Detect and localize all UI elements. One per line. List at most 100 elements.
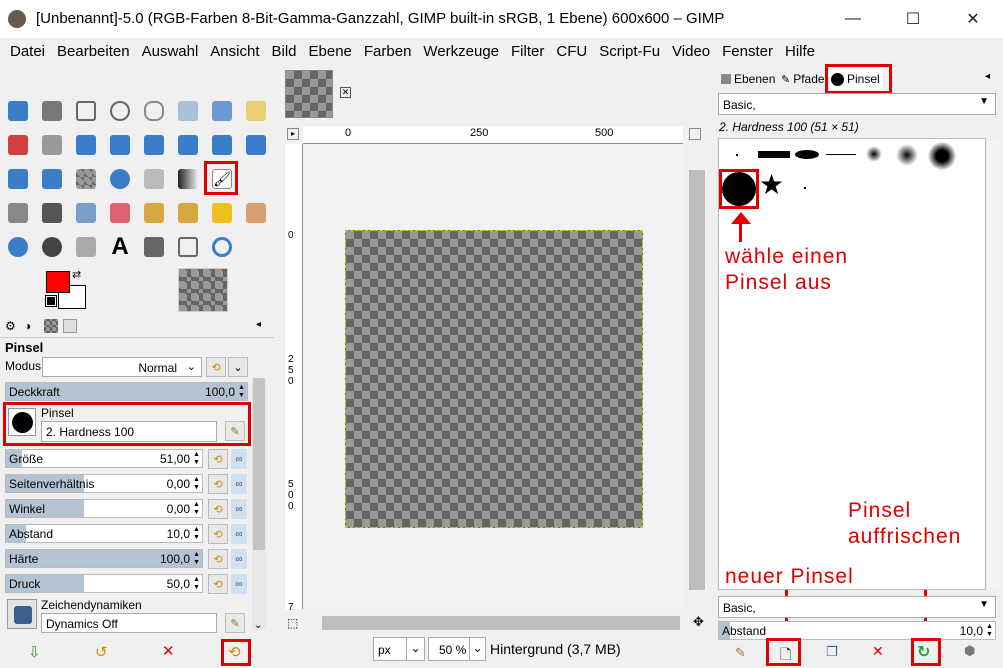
close-image-tab-icon[interactable]: ✕ (340, 87, 351, 98)
dynamics-field[interactable]: Dynamics Off (41, 613, 217, 633)
color-select-icon[interactable] (4, 131, 32, 159)
menu-fenster[interactable]: Fenster (716, 43, 779, 60)
tab-paths[interactable]: ✎ Pfade (778, 68, 828, 90)
save-options-icon[interactable]: ⇩ (28, 643, 41, 661)
brush-dot[interactable] (804, 187, 806, 189)
mode-switch-button[interactable]: ⌄ (228, 357, 248, 377)
color-picker-icon[interactable] (140, 233, 168, 261)
pressure-spinner-icon[interactable]: ▲ ▼ (192, 576, 201, 592)
angle-slider[interactable]: Winkel 0,00 ▲ ▼ (5, 499, 203, 518)
zoom-to-fit-icon[interactable] (689, 128, 701, 140)
warp-transform-icon[interactable] (38, 165, 66, 193)
navigate-icon[interactable]: ✥ (693, 614, 704, 630)
tab-layers[interactable]: Ebenen (718, 68, 778, 90)
open-as-image-icon[interactable]: ⬢ (964, 643, 975, 659)
maximize-button[interactable]: ☐ (890, 0, 936, 38)
move-tool-icon[interactable] (4, 97, 32, 125)
menu-farben[interactable]: Farben (358, 43, 418, 60)
text-tool-icon[interactable]: A (106, 233, 134, 261)
brush-tag-filter[interactable]: Basic, ▼ (718, 93, 996, 115)
brush-grid-scrollbar[interactable] (987, 140, 999, 590)
smudge-icon[interactable] (242, 199, 270, 227)
hardness-reset-button[interactable]: ⟲ (208, 549, 228, 569)
size-link-icon[interactable]: ∞ (231, 449, 247, 469)
bucket-fill-icon[interactable] (140, 165, 168, 193)
dock-menu-icon[interactable]: ◂ (985, 71, 990, 82)
menu-filter[interactable]: Filter (505, 43, 550, 60)
unit-select[interactable]: px ⌄ (373, 637, 425, 661)
canvas-menu-icon[interactable]: ▸ (287, 128, 299, 140)
scale-icon[interactable] (140, 131, 168, 159)
menu-video[interactable]: Video (666, 43, 716, 60)
align-tool-icon[interactable] (38, 97, 66, 125)
mode-reset-button[interactable]: ⟲ (206, 357, 226, 377)
spacing-slider[interactable]: Abstand 10,0 ▲ ▼ (5, 524, 203, 543)
aspect-ratio-spinner-icon[interactable]: ▲ ▼ (192, 476, 201, 492)
brush-ellipse[interactable] (795, 150, 819, 159)
menu-hilfe[interactable]: Hilfe (779, 43, 821, 60)
tool-options-scroll-thumb[interactable] (253, 378, 265, 550)
lasso-icon[interactable] (140, 97, 168, 125)
size-reset-button[interactable]: ⟲ (208, 449, 228, 469)
transparent-image-layer[interactable] (345, 230, 643, 528)
brush-pixel[interactable] (736, 154, 738, 156)
restore-options-icon[interactable]: ↺ (95, 643, 108, 661)
spacing-reset-button[interactable]: ⟲ (208, 524, 228, 544)
scissors-icon[interactable] (174, 97, 202, 125)
opacity-slider[interactable]: Deckkraft 100,0 ▲ ▼ (5, 382, 248, 401)
tool-options-tab-icon[interactable]: ⚙ (5, 319, 16, 333)
menu-ebene[interactable]: Ebene (303, 43, 358, 60)
mode-select[interactable]: Normal ⌄ (42, 357, 202, 377)
aspect-link-icon[interactable]: ∞ (231, 474, 247, 494)
blur-icon[interactable] (4, 233, 32, 261)
image-tab-thumbnail[interactable] (285, 70, 333, 118)
hardness-slider[interactable]: Härte 100,0 ▲ ▼ (5, 549, 203, 568)
brush-spacing-slider[interactable]: Abstand 10,0 ▲ ▼ (718, 621, 996, 640)
brush-line[interactable] (826, 154, 856, 155)
hardness-spinner-icon[interactable]: ▲ ▼ (192, 551, 201, 567)
scroll-down-icon[interactable]: ⌄ (254, 620, 262, 631)
size-slider[interactable]: Größe 51,00 ▲ ▼ (5, 449, 203, 468)
horizontal-scroll-thumb[interactable] (322, 616, 680, 630)
shear-icon[interactable] (174, 131, 202, 159)
dodge-burn-icon[interactable] (38, 233, 66, 261)
undo-history-tab-icon[interactable] (63, 319, 77, 333)
pressure-slider[interactable]: Druck 50,0 ▲ ▼ (5, 574, 203, 593)
brush-block[interactable] (758, 151, 790, 158)
menu-ansicht[interactable]: Ansicht (204, 43, 265, 60)
path-tool-icon[interactable] (72, 233, 100, 261)
aspect-ratio-slider[interactable]: Seitenverhältnis 0,00 ▲ ▼ (5, 474, 203, 493)
ellipse-select-icon[interactable] (106, 97, 134, 125)
gradient-icon[interactable] (174, 165, 202, 193)
zoom-icon[interactable] (208, 233, 236, 261)
foreground-color-swatch[interactable] (46, 271, 70, 293)
images-tab-icon[interactable] (44, 319, 58, 333)
menu-script-fu[interactable]: Script-Fu (593, 43, 666, 60)
cage-transform-icon[interactable] (4, 165, 32, 193)
dynamics-preview-icon[interactable] (7, 599, 37, 629)
tool-options-scrollbar[interactable] (252, 378, 266, 630)
menu-bild[interactable]: Bild (266, 43, 303, 60)
pressure-reset-button[interactable]: ⟲ (208, 574, 228, 594)
rect-select-icon[interactable] (72, 97, 100, 125)
perspective-clone-icon[interactable] (174, 199, 202, 227)
star-brush-icon[interactable]: ★ (759, 170, 784, 200)
vertical-scroll-thumb[interactable] (689, 170, 705, 590)
angle-link-icon[interactable]: ∞ (231, 499, 247, 519)
angle-spinner-icon[interactable]: ▲ ▼ (192, 501, 201, 517)
opacity-spinner-icon[interactable]: ▲ ▼ (237, 384, 246, 400)
delete-brush-icon[interactable]: ✕ (872, 643, 884, 660)
edit-brush-icon[interactable]: ✎ (735, 645, 746, 661)
paths-icon[interactable] (38, 131, 66, 159)
ink-icon[interactable] (38, 199, 66, 227)
menu-werkzeuge[interactable]: Werkzeuge (417, 43, 505, 60)
minimize-button[interactable]: — (830, 0, 876, 38)
mypaint-brush-icon[interactable] (72, 199, 100, 227)
fuzzy-select-icon[interactable] (242, 97, 270, 125)
menu-auswahl[interactable]: Auswahl (136, 43, 205, 60)
heal-icon[interactable] (208, 199, 236, 227)
active-image-preview[interactable] (178, 268, 228, 312)
dynamics-edit-button[interactable]: ✎ (225, 613, 245, 633)
delete-options-icon[interactable]: ✕ (162, 642, 175, 660)
size-spinner-icon[interactable]: ▲ ▼ (192, 451, 201, 467)
